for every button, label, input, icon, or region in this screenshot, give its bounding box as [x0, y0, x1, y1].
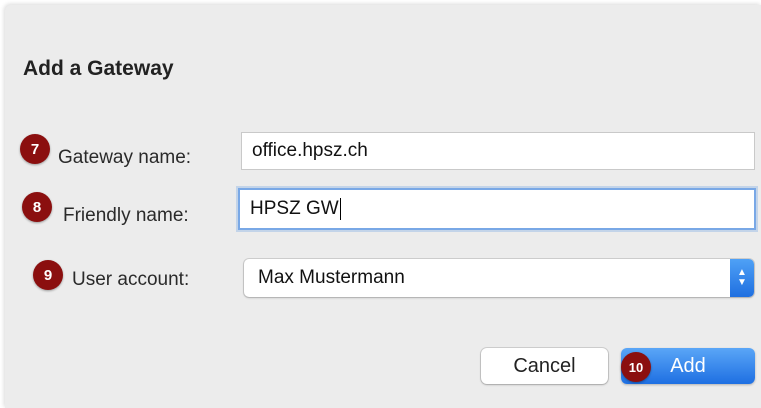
friendly-name-input[interactable]: HPSZ GW — [238, 188, 756, 230]
gateway-name-label: Gateway name: — [58, 147, 192, 168]
cancel-button[interactable]: Cancel — [481, 348, 608, 384]
step-marker-8: 8 — [22, 192, 52, 222]
user-account-select[interactable]: Max Mustermann ▲ ▼ — [244, 259, 754, 297]
friendly-name-label: Friendly name: — [63, 205, 189, 226]
gateway-name-value: office.hpsz.ch — [252, 140, 368, 161]
add-button-label: Add — [670, 354, 706, 377]
step-marker-9: 9 — [33, 260, 63, 290]
chevron-up-down-icon[interactable]: ▲ ▼ — [730, 259, 754, 297]
user-account-value: Max Mustermann — [258, 267, 405, 288]
step-marker-10: 10 — [621, 352, 651, 382]
user-account-label: User account: — [72, 269, 190, 290]
step-marker-7: 7 — [20, 134, 50, 164]
friendly-name-value: HPSZ GW — [250, 198, 339, 219]
dialog-title: Add a Gateway — [23, 57, 174, 80]
gateway-name-input[interactable]: office.hpsz.ch — [241, 132, 755, 170]
text-cursor — [339, 198, 341, 220]
add-gateway-dialog: Add a Gateway 7 Gateway name: office.hps… — [5, 5, 761, 408]
